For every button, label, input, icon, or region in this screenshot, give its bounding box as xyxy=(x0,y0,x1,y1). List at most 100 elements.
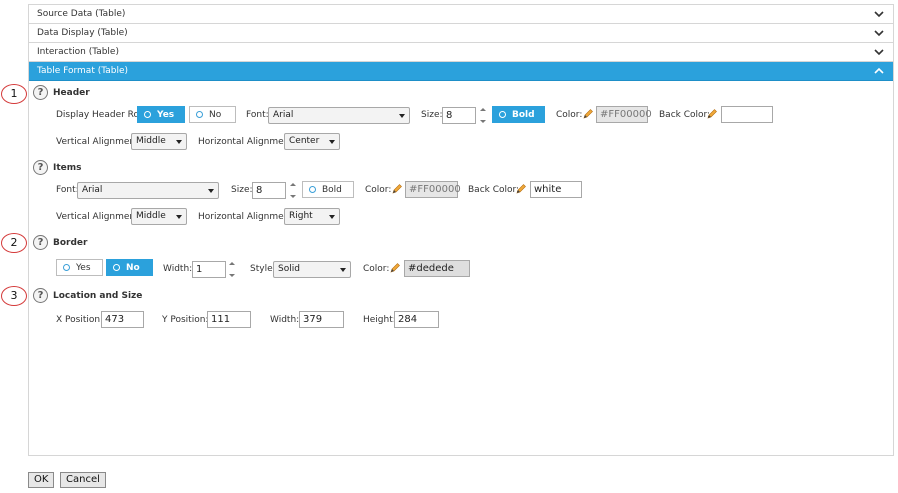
width-label: Width: xyxy=(270,315,300,325)
accordion-label: Data Display (Table) xyxy=(37,28,128,38)
spin-up-icon[interactable] xyxy=(290,183,296,186)
font-value: Arial xyxy=(82,185,103,195)
spin-down-icon[interactable] xyxy=(229,274,235,277)
pencil-icon[interactable] xyxy=(391,183,403,195)
accordion-interaction[interactable]: Interaction (Table) xyxy=(29,43,893,62)
items-section-title: Items xyxy=(53,163,82,173)
header-halign-select[interactable]: Center xyxy=(284,133,340,150)
items-bold-toggle[interactable]: Bold xyxy=(302,181,354,198)
border-section-title: Border xyxy=(53,238,88,248)
items-halign-select[interactable]: Right xyxy=(284,208,340,225)
dropdown-arrow-icon xyxy=(329,140,335,144)
help-icon[interactable]: ? xyxy=(33,288,48,303)
header-color-input[interactable]: #FF00000 xyxy=(596,106,652,123)
x-position-input[interactable]: 473 xyxy=(101,311,144,328)
accordion-source-data[interactable]: Source Data (Table) xyxy=(29,5,893,24)
radio-icon xyxy=(196,111,203,118)
spin-down-icon[interactable] xyxy=(290,195,296,198)
header-valign-select[interactable]: Middle xyxy=(131,133,187,150)
header-halign-label: Horizontal Alignment: xyxy=(198,137,296,147)
spin-up-icon[interactable] xyxy=(480,108,486,111)
callout-3: 3 xyxy=(1,286,27,306)
dropdown-arrow-icon xyxy=(176,215,182,219)
no-label: No xyxy=(126,262,140,273)
pencil-icon[interactable] xyxy=(389,262,401,274)
dropdown-arrow-icon xyxy=(399,114,405,118)
header-no-toggle[interactable]: No xyxy=(189,106,236,123)
no-label: No xyxy=(209,109,222,120)
valign-value: Middle xyxy=(136,211,166,221)
border-style-select[interactable]: Solid xyxy=(273,261,351,278)
radio-icon xyxy=(309,186,316,193)
items-font-label: Font: xyxy=(56,185,79,195)
items-size-spinner[interactable] xyxy=(290,182,296,199)
dropdown-arrow-icon xyxy=(340,268,346,272)
height-input[interactable]: 284 xyxy=(394,311,439,328)
items-halign-label: Horizontal Alignment: xyxy=(198,212,296,222)
items-size-label: Size: xyxy=(231,185,253,195)
properties-panel: Source Data (Table) Data Display (Table)… xyxy=(28,4,894,456)
dropdown-arrow-icon xyxy=(208,189,214,193)
display-header-row-label: Display Header Row xyxy=(56,110,147,120)
chevron-down-icon xyxy=(873,8,885,20)
border-style-label: Style: xyxy=(250,264,276,274)
yes-label: Yes xyxy=(76,262,91,273)
bold-label: Bold xyxy=(322,184,342,195)
accordion-data-display[interactable]: Data Display (Table) xyxy=(29,24,893,43)
header-size-spinner[interactable] xyxy=(480,107,486,124)
ok-button[interactable]: OK xyxy=(28,472,55,488)
width-input[interactable]: 379 xyxy=(299,311,344,328)
header-font-label: Font: xyxy=(246,110,269,120)
location-section-title: Location and Size xyxy=(53,291,143,301)
border-width-spinner[interactable] xyxy=(229,261,235,278)
accordion-table-format[interactable]: Table Format (Table) xyxy=(29,62,893,81)
border-yes-toggle[interactable]: Yes xyxy=(56,259,103,276)
yes-label: Yes xyxy=(157,109,175,120)
header-size-label: Size: xyxy=(421,110,443,120)
cancel-button[interactable]: Cancel xyxy=(60,472,106,488)
spin-up-icon[interactable] xyxy=(229,262,235,265)
help-icon[interactable]: ? xyxy=(33,160,48,175)
header-bold-toggle[interactable]: Bold xyxy=(492,106,545,123)
border-width-label: Width: xyxy=(163,264,193,274)
items-color-input[interactable]: #FF00000 xyxy=(405,181,461,198)
y-position-input[interactable]: 111 xyxy=(207,311,251,328)
items-font-select[interactable]: Arial xyxy=(77,182,219,199)
border-width-input[interactable]: 1 xyxy=(192,261,226,278)
chevron-up-icon xyxy=(873,65,885,77)
items-valign-label: Vertical Alignment: xyxy=(56,212,142,222)
spin-down-icon[interactable] xyxy=(480,120,486,123)
help-icon[interactable]: ? xyxy=(33,85,48,100)
chevron-down-icon xyxy=(873,27,885,39)
items-size-input[interactable]: 8 xyxy=(252,182,286,199)
header-yes-toggle[interactable]: Yes xyxy=(137,106,185,123)
border-color-input[interactable]: #dedede xyxy=(404,260,470,277)
pencil-icon[interactable] xyxy=(706,108,718,120)
valign-value: Middle xyxy=(136,136,166,146)
pencil-icon[interactable] xyxy=(515,183,527,195)
pencil-icon[interactable] xyxy=(582,108,594,120)
header-back-color-input[interactable] xyxy=(721,106,773,123)
height-label: Height: xyxy=(363,315,396,325)
font-value: Arial xyxy=(273,110,294,120)
chevron-down-icon xyxy=(873,46,885,58)
bold-label: Bold xyxy=(512,109,535,120)
items-color-label: Color: xyxy=(365,185,392,195)
header-font-select[interactable]: Arial xyxy=(268,107,410,124)
accordion-label: Interaction (Table) xyxy=(37,47,119,57)
header-size-input[interactable]: 8 xyxy=(442,107,476,124)
items-back-color-input[interactable]: white xyxy=(530,181,582,198)
radio-icon xyxy=(499,111,506,118)
help-icon[interactable]: ? xyxy=(33,235,48,250)
radio-icon xyxy=(113,264,120,271)
items-valign-select[interactable]: Middle xyxy=(131,208,187,225)
radio-icon xyxy=(63,264,70,271)
border-no-toggle[interactable]: No xyxy=(106,259,153,276)
callout-1: 1 xyxy=(1,84,27,104)
header-valign-label: Vertical Alignment: xyxy=(56,137,142,147)
header-back-color-label: Back Color: xyxy=(659,110,711,120)
items-back-color-label: Back Color: xyxy=(468,185,520,195)
halign-value: Center xyxy=(289,136,320,146)
halign-value: Right xyxy=(289,211,313,221)
x-position-label: X Position: xyxy=(56,315,104,325)
